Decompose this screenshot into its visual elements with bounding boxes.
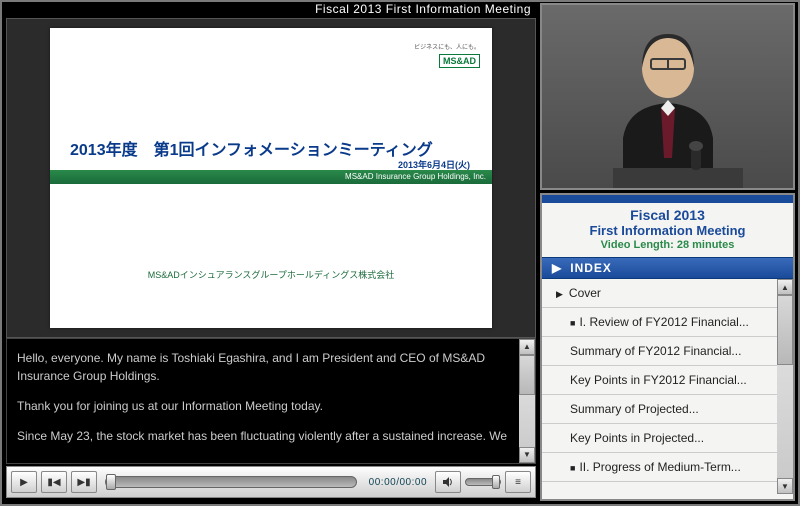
window-title: Fiscal 2013 First Information Meeting xyxy=(3,0,539,18)
transcript-scrollbar[interactable]: ▲ ▼ xyxy=(519,339,535,463)
toc-item-keypoints-proj[interactable]: Key Points in Projected... xyxy=(542,424,793,453)
seek-slider[interactable] xyxy=(105,476,357,488)
slide-logo: ビジネスにも、人にも。 MS&AD xyxy=(414,42,480,69)
slide: ビジネスにも、人にも。 MS&AD 2013年度 第1回インフォメーションミーテ… xyxy=(50,28,492,328)
index-label: INDEX xyxy=(570,261,612,275)
toc-item-review[interactable]: I. Review of FY2012 Financial... xyxy=(542,308,793,337)
info-title-1: Fiscal 2013 xyxy=(544,207,791,223)
scroll-down-icon[interactable]: ▼ xyxy=(777,478,793,494)
time-display: 00:00/00:00 xyxy=(369,477,427,488)
menu-button[interactable]: ≡ xyxy=(505,471,531,493)
scroll-thumb[interactable] xyxy=(519,355,535,395)
toc-scrollbar[interactable]: ▲ ▼ xyxy=(777,279,793,494)
index-header[interactable]: ▶ INDEX xyxy=(542,257,793,279)
transcript-line: Thank you for joining us at our Informat… xyxy=(17,397,517,415)
video-panel xyxy=(540,3,795,190)
toc-item-summary-proj[interactable]: Summary of Projected... xyxy=(542,395,793,424)
toc-item-summary-2012[interactable]: Summary of FY2012 Financial... xyxy=(542,337,793,366)
logo-text: MS&AD xyxy=(439,54,480,68)
logo-tagline: ビジネスにも、人にも。 xyxy=(414,42,480,51)
transcript-panel: Hello, everyone. My name is Toshiaki Ega… xyxy=(6,338,536,464)
scroll-up-icon[interactable]: ▲ xyxy=(519,339,535,355)
slide-area: ビジネスにも、人にも。 MS&AD 2013年度 第1回インフォメーションミーテ… xyxy=(6,18,536,338)
slide-company: MS&ADインシュアランスグループホールディングス株式会社 xyxy=(50,268,492,281)
play-icon: ▶ xyxy=(552,261,562,275)
transcript-line: Hello, everyone. My name is Toshiaki Ega… xyxy=(17,349,517,385)
next-button[interactable]: ▶▮ xyxy=(71,471,97,493)
volume-button[interactable] xyxy=(435,471,461,493)
play-button[interactable]: ▶ xyxy=(11,471,37,493)
video-frame xyxy=(542,5,793,188)
info-header: Fiscal 2013 First Information Meeting Vi… xyxy=(542,203,793,257)
slide-band: MS&AD Insurance Group Holdings, Inc. xyxy=(50,170,492,184)
volume-knob[interactable] xyxy=(492,475,500,489)
scroll-thumb[interactable] xyxy=(777,295,793,365)
speaker-icon xyxy=(442,476,454,488)
info-top-bar xyxy=(542,195,793,203)
video-length: Video Length: 28 minutes xyxy=(544,239,791,251)
prev-button[interactable]: ▮◀ xyxy=(41,471,67,493)
presenter-icon xyxy=(593,18,743,188)
transcript-line: Since May 23, the stock market has been … xyxy=(17,427,517,445)
volume-slider[interactable] xyxy=(465,478,501,486)
info-title-2: First Information Meeting xyxy=(544,223,791,238)
player-bar: ▶ ▮◀ ▶▮ 00:00/00:00 ≡ xyxy=(6,466,536,498)
scroll-up-icon[interactable]: ▲ xyxy=(777,279,793,295)
toc-item-cover[interactable]: Cover xyxy=(542,279,793,308)
toc-item-progress[interactable]: II. Progress of Medium-Term... xyxy=(542,453,793,482)
info-panel: Fiscal 2013 First Information Meeting Vi… xyxy=(540,193,795,501)
slide-title: 2013年度 第1回インフォメーションミーティング xyxy=(70,136,470,160)
scroll-down-icon[interactable]: ▼ xyxy=(519,447,535,463)
toc-item-keypoints-2012[interactable]: Key Points in FY2012 Financial... xyxy=(542,366,793,395)
seek-knob[interactable] xyxy=(106,474,116,490)
toc-list: Cover I. Review of FY2012 Financial... S… xyxy=(542,279,793,494)
